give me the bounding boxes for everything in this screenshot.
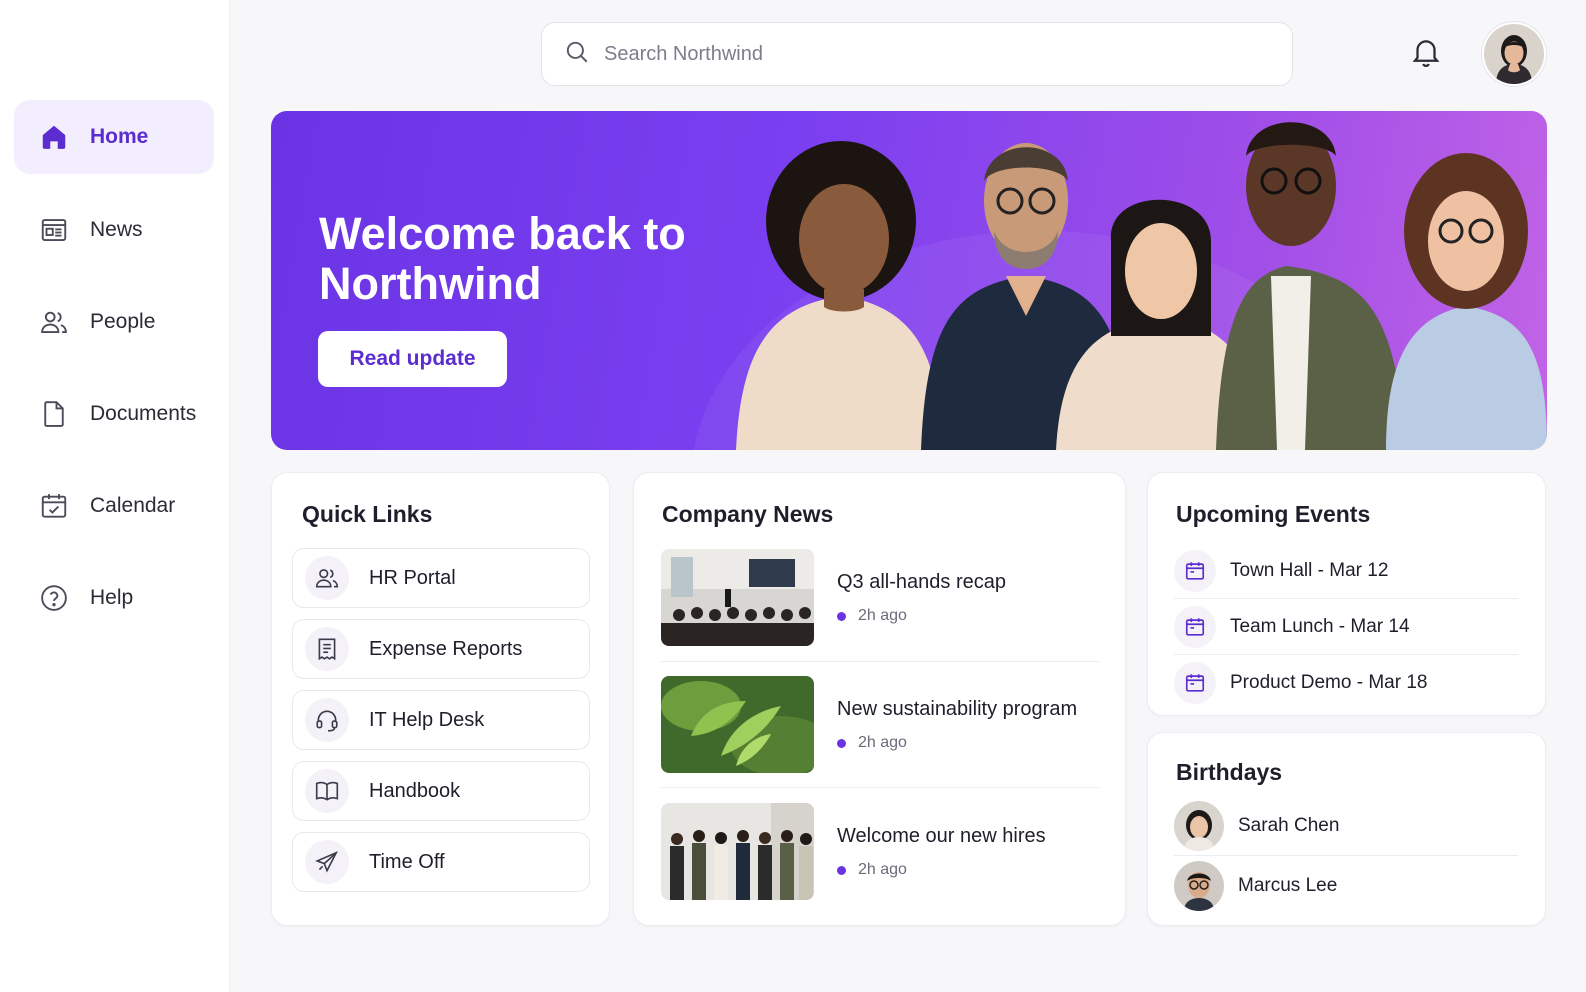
news-item[interactable]: Q3 all-hands recap 2h ago <box>661 549 1099 646</box>
divider <box>661 787 1099 788</box>
event-label: Team Lunch - Mar 14 <box>1230 616 1410 637</box>
news-title: Welcome our new hires <box>837 825 1046 847</box>
divider <box>1174 598 1518 599</box>
sidebar-item-label: Home <box>90 125 149 148</box>
event-item[interactable]: Team Lunch - Mar 14 <box>1174 603 1518 651</box>
sidebar-item-label: Documents <box>90 402 197 425</box>
quick-link-time-off[interactable]: Time Off <box>292 832 590 892</box>
company-news-title: Company News <box>662 501 834 527</box>
upcoming-events-title: Upcoming Events <box>1176 501 1371 527</box>
receipt-icon <box>305 627 349 671</box>
birthdays-title: Birthdays <box>1176 759 1283 785</box>
news-title: New sustainability program <box>837 698 1078 720</box>
quick-link-label: Expense Reports <box>369 637 523 660</box>
news-time: 2h ago <box>858 734 907 751</box>
headset-icon <box>305 698 349 742</box>
sidebar-item-people[interactable]: People <box>14 285 214 359</box>
quick-link-expense-reports[interactable]: Expense Reports <box>292 619 590 679</box>
birthday-name: Marcus Lee <box>1238 875 1338 896</box>
event-item[interactable]: Product Demo - Mar 18 <box>1174 659 1518 707</box>
avatar <box>1174 861 1224 911</box>
sidebar-item-help[interactable]: Help <box>14 561 214 635</box>
news-meta: 2h ago <box>837 734 907 752</box>
status-dot <box>837 738 846 748</box>
event-item[interactable]: Town Hall - Mar 12 <box>1174 547 1518 595</box>
quick-links-card: Quick Links HR Portal Expense Reports IT… <box>271 472 610 926</box>
read-update-button[interactable]: Read update <box>318 331 507 387</box>
quick-link-handbook[interactable]: Handbook <box>292 761 590 821</box>
user-avatar-image <box>1484 24 1544 84</box>
newspaper-icon <box>38 214 70 246</box>
search-bar[interactable] <box>541 22 1293 86</box>
status-dot <box>837 611 846 621</box>
calendar-icon <box>1174 550 1216 592</box>
quick-link-it-help-desk[interactable]: IT Help Desk <box>292 690 590 750</box>
news-item[interactable]: New sustainability program 2h ago <box>661 676 1099 773</box>
quick-link-label: IT Help Desk <box>369 708 485 731</box>
notifications-button[interactable] <box>1404 34 1448 74</box>
people-icon <box>305 556 349 600</box>
user-avatar[interactable] <box>1482 22 1546 86</box>
avatar <box>1174 801 1224 851</box>
news-item[interactable]: Welcome our new hires 2h ago <box>661 803 1099 900</box>
divider <box>1174 855 1518 856</box>
sidebar-item-label: Calendar <box>90 494 176 517</box>
divider <box>661 661 1099 662</box>
sidebar-item-calendar[interactable]: Calendar <box>14 469 214 543</box>
news-time: 2h ago <box>858 861 907 878</box>
quick-link-hr-portal[interactable]: HR Portal <box>292 548 590 608</box>
quick-link-label: Handbook <box>369 779 461 802</box>
upcoming-events-card: Upcoming Events Town Hall - Mar 12 Team … <box>1147 472 1546 716</box>
hero-title: Welcome back to Northwind <box>319 208 686 309</box>
calendar-icon <box>1174 606 1216 648</box>
news-meta: 2h ago <box>837 607 907 625</box>
sidebar-item-home[interactable]: Home <box>14 100 214 174</box>
sidebar-item-news[interactable]: News <box>14 193 214 267</box>
document-icon <box>38 398 70 430</box>
quick-link-label: Time Off <box>369 850 445 873</box>
status-dot <box>837 865 846 875</box>
hero-team-photo <box>736 122 1547 450</box>
sidebar-item-label: People <box>90 310 156 333</box>
sidebar: Home News People Documents Calendar Help <box>0 0 230 992</box>
birthday-name: Sarah Chen <box>1238 815 1340 836</box>
sidebar-item-label: News <box>90 218 143 241</box>
hero-banner: Welcome back to Northwind Read update <box>271 111 1547 450</box>
sidebar-item-label: Help <box>90 586 134 609</box>
company-news-card: Company News Q3 all-hands recap 2h ago N… <box>633 472 1126 926</box>
bell-icon <box>1409 34 1443 75</box>
event-label: Product Demo - Mar 18 <box>1230 672 1428 693</box>
event-label: Town Hall - Mar 12 <box>1230 560 1389 581</box>
search-icon <box>564 39 590 70</box>
people-icon <box>38 306 70 338</box>
book-icon <box>305 769 349 813</box>
sidebar-item-documents[interactable]: Documents <box>14 377 214 451</box>
news-thumbnail <box>661 803 814 900</box>
birthday-item[interactable]: Marcus Lee <box>1174 860 1518 912</box>
divider <box>1174 654 1518 655</box>
help-icon <box>38 582 70 614</box>
news-thumbnail <box>661 549 814 646</box>
news-meta: 2h ago <box>837 861 907 879</box>
home-icon <box>38 121 70 153</box>
calendar-icon <box>38 490 70 522</box>
news-title: Q3 all-hands recap <box>837 571 1006 593</box>
birthday-item[interactable]: Sarah Chen <box>1174 800 1518 852</box>
calendar-icon <box>1174 662 1216 704</box>
quick-links-title: Quick Links <box>302 501 433 527</box>
app: Home News People Documents Calendar Help… <box>0 0 1586 992</box>
quick-link-label: HR Portal <box>369 566 456 589</box>
birthdays-card: Birthdays Sarah Chen Marcus Lee <box>1147 732 1546 926</box>
plane-icon <box>305 840 349 884</box>
search-input[interactable] <box>604 42 1244 66</box>
news-thumbnail <box>661 676 814 773</box>
news-time: 2h ago <box>858 607 907 624</box>
